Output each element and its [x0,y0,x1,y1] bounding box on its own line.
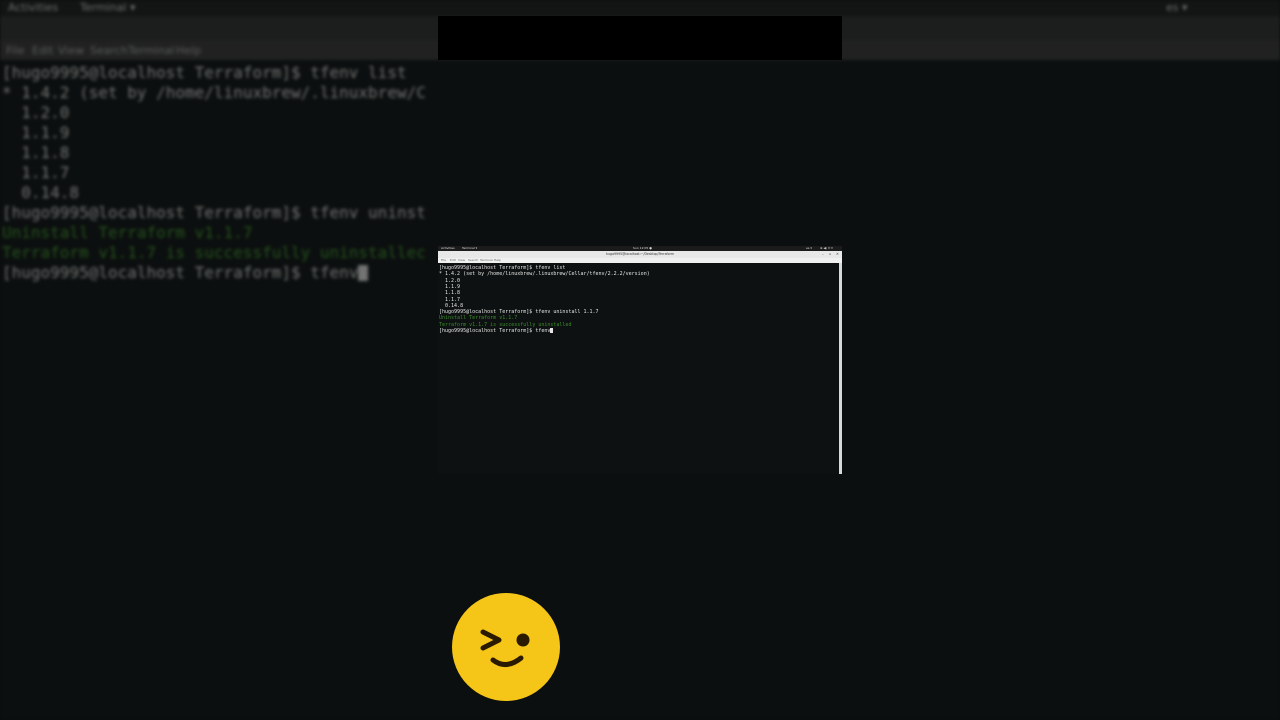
terminal-line: 1.2.0 [439,278,460,284]
bg-terminal-line-text: * 1.4.2 (set by /home/linuxbrew/.linuxbr… [2,83,426,102]
bg-activities: Activities [8,1,59,14]
bg-terminal-line-text: [hugo9995@localhost Terraform]$ tfenv [2,263,359,282]
terminal-line: [hugo9995@localhost Terraform]$ tfenv li… [439,265,565,271]
bg-terminal-line-text: 1.1.8 [2,143,70,162]
terminal-cursor [550,328,554,333]
emoji-open-eye [516,633,530,647]
bg-terminal-line-text: 1.1.9 [2,123,70,142]
close-button[interactable]: ✕ [836,251,839,258]
emoji-face [452,593,560,701]
bg-terminal-line: 1.2.0 [2,103,69,122]
terminal-line-text: Uninstall Terraform v1.1.7 [439,315,518,322]
bg-menu-item: Help [176,44,202,57]
terminal-line: Uninstall Terraform v1.1.7 [439,315,517,321]
bg-menu-item: View [58,44,85,57]
bg-terminal-cursor [358,265,369,281]
bg-terminal-line-text: 1.2.0 [2,103,70,122]
terminal-line: 1.1.7 [439,297,460,303]
bg-terminal-line: 1.1.7 [2,163,69,182]
bg-terminal-line-text: [hugo9995@localhost Terraform]$ tfenv li… [2,63,407,82]
bg-terminal-line: Uninstall Terraform v1.1.7 [2,223,252,242]
bg-menu-item: Edit [32,44,54,57]
terminal-line-text: [hugo9995@localhost Terraform]$ tfenv un… [439,309,599,316]
bg-terminal-line: [hugo9995@localhost Terraform]$ tfenv li… [2,63,407,82]
terminal-line-text: 0.14.8 [439,302,464,309]
terminal-output[interactable]: [hugo9995@localhost Terraform]$ tfenv li… [438,263,839,474]
bg-terminal-line-text: Terraform v1.1.7 is successfully uninsta… [2,243,426,262]
top-black-strip [438,16,842,60]
bg-menu-item: Terminal [128,44,175,57]
terminal-line-text: 1.1.8 [439,290,461,297]
maximize-button[interactable]: ▫ [829,251,831,258]
bg-menu-item: File [6,44,25,57]
bg-terminal-line: 0.14.8 [2,183,79,202]
bg-terminal-line: * 1.4.2 (set by /home/linuxbrew/.linuxbr… [2,83,426,102]
winking-face-emoji [452,593,560,701]
terminal-line: 1.1.8 [439,290,460,296]
terminal-line-text: Terraform v1.1.7 is successfully uninsta… [439,321,572,328]
bg-app-menu: Terminal ▾ [80,1,136,14]
bg-terminal-line-text: 1.1.7 [2,163,70,182]
bg-input-source: es ▾ [1166,1,1188,14]
terminal-line-text: [hugo9995@localhost Terraform]$ tfenv li… [439,265,566,271]
bg-terminal-line: Terraform v1.1.7 is successfully uninsta… [2,243,426,262]
bg-terminal-line-text: 0.14.8 [2,183,80,202]
terminal-line-text: 1.2.0 [439,277,461,284]
terminal-screenshot: Activities Terminal ▾ Sun 12:05 ● es ▾ ⊕… [438,246,842,474]
bg-terminal-line-text: [hugo9995@localhost Terraform]$ tfenv un… [2,203,426,222]
bg-terminal-line-text: Uninstall Terraform v1.1.7 [2,223,253,242]
terminal-line: [hugo9995@localhost Terraform]$ tfenv [439,328,554,334]
terminal-line: 1.1.9 [439,284,460,290]
bg-terminal-line: [hugo9995@localhost Terraform]$ tfenv [2,263,369,282]
minimize-button[interactable]: – [822,251,824,258]
bg-gnome-topbar: Activities Terminal ▾ es ▾ [0,0,1280,16]
bg-terminal-line: 1.1.9 [2,123,69,142]
terminal-line: 0.14.8 [439,303,463,309]
window-title: hugo9995@localhost:~/Desktop/Terraform [606,252,674,256]
terminal-line-text: [hugo9995@localhost Terraform]$ tfenv [439,328,551,334]
terminal-line-text: 1.1.7 [439,296,461,303]
terminal-line-text: 1.1.9 [439,283,461,290]
bg-terminal-line: [hugo9995@localhost Terraform]$ tfenv un… [2,203,426,222]
bg-terminal-line: 1.1.8 [2,143,69,162]
terminal-scrollbar[interactable] [839,263,842,474]
window-titlebar: hugo9995@localhost:~/Desktop/Terraform –… [438,251,842,258]
terminal-line: Terraform v1.1.7 is successfully uninsta… [439,322,571,328]
bg-menu-item: Search [90,44,128,57]
terminal-line: * 1.4.2 (set by /home/linuxbrew/.linuxbr… [439,271,650,277]
terminal-line: [hugo9995@localhost Terraform]$ tfenv un… [439,309,599,315]
terminal-line-text: * 1.4.2 (set by /home/linuxbrew/.linuxbr… [439,271,650,278]
